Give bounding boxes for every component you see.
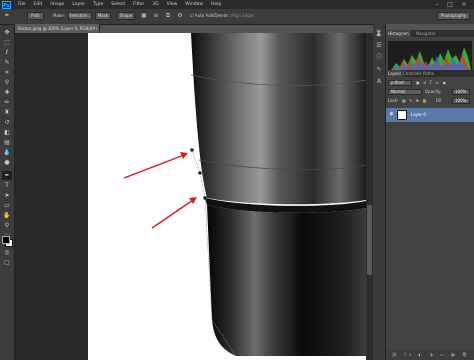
info-panel-icon[interactable]: ⓘ <box>375 54 383 62</box>
layer-thumbnail <box>397 110 407 120</box>
cup-base <box>207 205 366 356</box>
layer-filter-icons[interactable]: ▣ ⊘ T ▭ ◉ <box>416 79 447 86</box>
tab-histogram[interactable]: Histogram <box>386 30 411 37</box>
lock-icons[interactable]: ▦ ✎ ✥ 🔒 <box>402 97 428 104</box>
annotation-arrow <box>151 197 197 229</box>
tab-navigator[interactable]: Navigator <box>414 30 438 37</box>
layer-actions-icons[interactable]: ⛓ fx ◐ ◑ ▭ ▣ 🗑 <box>392 351 470 358</box>
tab-paths[interactable]: Paths <box>421 70 436 77</box>
layer-kind-filter[interactable]: ρ Kind <box>388 80 412 86</box>
collapsed-panel-strip <box>373 24 386 360</box>
history-panel-icon[interactable]: ⌛ <box>375 30 383 38</box>
brush-panel-icon[interactable]: ✎ <box>375 66 383 74</box>
character-panel-icon[interactable]: A <box>375 78 383 86</box>
opacity-input[interactable]: 100% <box>452 89 470 95</box>
vertical-scrollbar[interactable] <box>366 33 373 360</box>
visibility-eye-icon[interactable]: ◉ <box>388 111 395 118</box>
anchor-point[interactable] <box>190 148 194 152</box>
vertical-scrollbar-thumb[interactable] <box>367 205 372 275</box>
annotation-arrow <box>123 152 188 179</box>
anchor-point[interactable] <box>203 196 207 200</box>
fill-input[interactable]: 100% <box>452 98 470 104</box>
layer-name[interactable]: Layer 0 <box>411 111 426 118</box>
anchor-point[interactable] <box>198 171 202 175</box>
fill-label: Fill: <box>436 98 443 103</box>
lock-label: Lock: <box>388 98 399 103</box>
blend-mode-select[interactable]: Normal <box>388 89 422 95</box>
cup-upper-body <box>191 33 366 205</box>
opacity-label: Opacity: <box>425 89 442 94</box>
layers-panel-footer: ⛓ fx ◐ ◑ ▭ ▣ 🗑 <box>386 350 474 360</box>
properties-panel-icon[interactable]: ☰ <box>375 42 383 50</box>
